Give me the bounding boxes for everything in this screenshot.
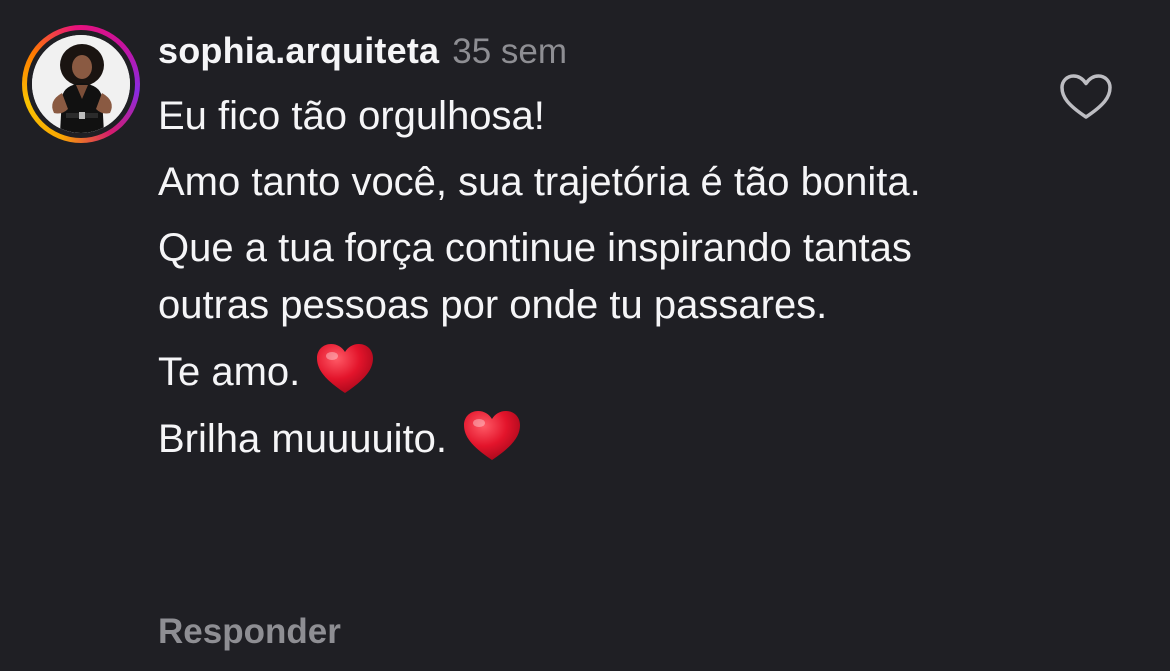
comment-paragraph-text: Eu fico tão orgulhosa!: [158, 94, 545, 138]
username-link[interactable]: sophia.arquiteta: [158, 30, 439, 72]
comment-paragraph-text: Amo tanto você, sua trajetória é tão bon…: [158, 160, 921, 204]
comment-item: sophia.arquiteta 35 sem Eu fico tão orgu…: [0, 0, 1170, 671]
comment-paragraph: Eu fico tão orgulhosa!: [158, 88, 978, 145]
comment-paragraph-text: Que a tua força continue inspirando tant…: [158, 226, 912, 327]
comment-timestamp: 35 sem: [452, 32, 568, 71]
comment-paragraph-text: Te amo.: [158, 350, 301, 394]
red-heart-emoji: [317, 344, 374, 393]
comment-header: sophia.arquiteta 35 sem: [158, 30, 567, 74]
reply-button[interactable]: Responder: [158, 612, 341, 652]
comment-paragraph: Amo tanto você, sua trajetória é tão bon…: [158, 154, 978, 211]
heart-outline-icon[interactable]: [1058, 72, 1114, 122]
avatar-border: [27, 30, 135, 138]
profile-photo: [32, 35, 130, 133]
story-ring[interactable]: [22, 25, 140, 143]
red-heart-emoji: [464, 411, 521, 460]
comment-paragraph-text: Brilha muuuuito.: [158, 417, 448, 461]
comment-text: Eu fico tão orgulhosa! Amo tanto você, s…: [158, 88, 978, 477]
comment-paragraph: Brilha muuuuito.: [158, 410, 978, 468]
comment-paragraph: Te amo.: [158, 343, 978, 401]
avatar[interactable]: [32, 35, 130, 133]
comment-paragraph: Que a tua força continue inspirando tant…: [158, 220, 978, 334]
